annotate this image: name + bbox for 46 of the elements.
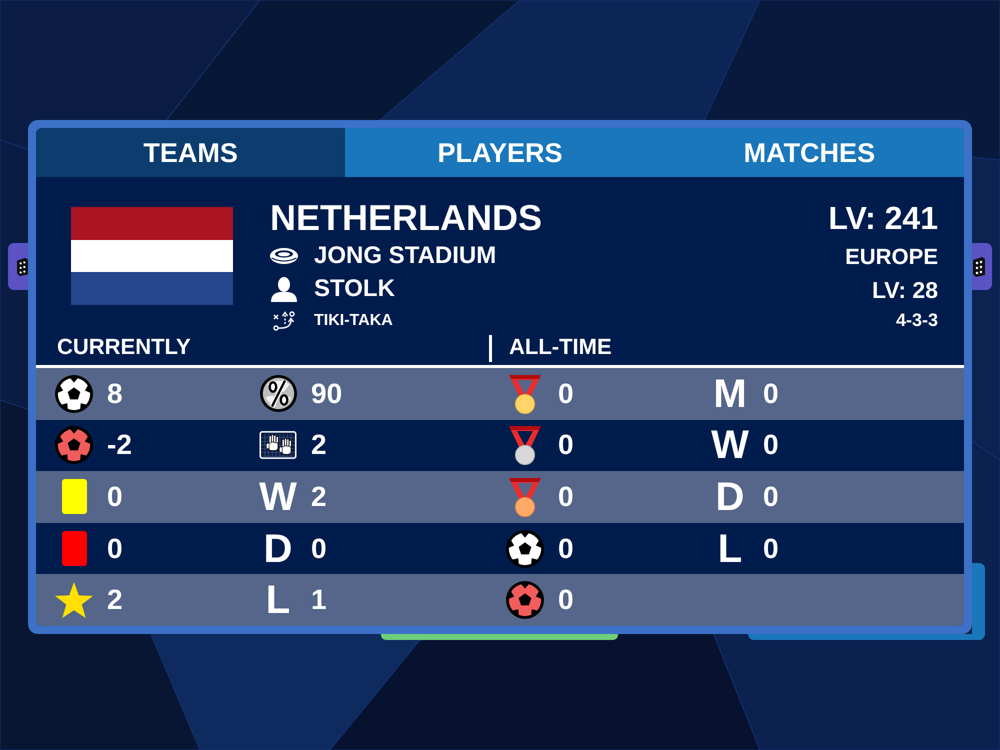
stat-value: 0	[107, 480, 123, 513]
team-level: LV: 241	[828, 199, 938, 238]
stat-value: 2	[311, 480, 327, 513]
formation: 4-3-3	[896, 309, 938, 332]
team-name: NETHERLANDS	[270, 198, 542, 238]
dice-icon	[973, 256, 985, 276]
ball-icon	[55, 374, 93, 413]
stat-label: D	[264, 526, 292, 571]
stat-value: 0	[311, 532, 327, 565]
stat-value: 2	[311, 429, 327, 462]
section-heading: ALL-TIME	[509, 333, 612, 361]
manager-name: STOLK	[314, 274, 395, 304]
region-level: LV: 28	[872, 276, 938, 305]
stat-label: L	[718, 526, 742, 571]
stat-value: 1	[311, 584, 327, 616]
stat-value: 0	[558, 480, 574, 513]
stadium-name: JONG STADIUM	[314, 241, 496, 271]
stat-value: 0	[763, 429, 779, 462]
stat-value: 8	[107, 378, 123, 410]
region-name: EUROPE	[845, 243, 938, 271]
stat-value: 0	[558, 584, 574, 616]
section-heading: CURRENTLY	[57, 333, 192, 361]
stat-value: 2	[107, 584, 123, 616]
person-icon	[271, 276, 297, 302]
stat-label: D	[716, 474, 744, 519]
percent-ball-icon	[260, 375, 296, 412]
stat-value: 0	[763, 480, 779, 513]
tactic-name: TIKI-TAKA	[314, 311, 393, 331]
tactics-icon	[273, 311, 295, 331]
stat-value: 0	[763, 532, 779, 565]
medal-icon	[508, 374, 542, 414]
stat-value: 0	[558, 429, 574, 462]
stat-value: 90	[311, 378, 342, 410]
dice-button[interactable]	[972, 243, 992, 290]
stat-label: L	[266, 578, 290, 622]
stat-label: M	[713, 372, 747, 416]
stat-value: -2	[107, 429, 132, 462]
dice-icon	[17, 256, 28, 276]
dice-button[interactable]	[8, 243, 28, 290]
stat-value: 0	[558, 532, 574, 565]
stat-label: W	[259, 474, 297, 519]
stadium-icon	[270, 248, 298, 264]
stat-value: 0	[763, 378, 779, 410]
stat-value: 0	[107, 532, 123, 565]
stat-value: 0	[558, 378, 574, 410]
stat-label: W	[711, 423, 749, 468]
